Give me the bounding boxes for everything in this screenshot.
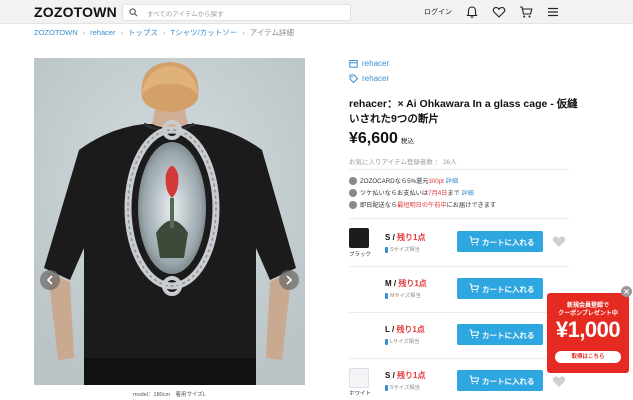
favorite-heart-icon[interactable]	[552, 375, 566, 388]
favorite-heart-icon[interactable]	[552, 235, 566, 248]
variant-size: L / 残り1点	[385, 325, 425, 334]
model-photo	[34, 58, 305, 385]
variant-size: S / 残り1点	[385, 233, 426, 242]
perk-detail-link[interactable]: 詳細	[461, 190, 473, 197]
color-swatch-white[interactable]	[349, 368, 369, 388]
coupon-close-button[interactable]	[621, 286, 632, 297]
truck-icon	[349, 201, 357, 210]
figure-icon	[385, 384, 388, 391]
perk-tsuke: ツケ払いならお支払いは7月4日まで 詳細	[349, 188, 474, 198]
search-icon	[129, 8, 138, 17]
color-label: ホワイト	[348, 391, 371, 397]
product-image[interactable]	[34, 58, 305, 385]
cart-icon[interactable]	[519, 5, 533, 19]
breadcrumb-home[interactable]: ZOZOTOWN	[34, 28, 78, 37]
size-note: Sサイズ相当	[385, 245, 420, 253]
color-label: ブラック	[348, 252, 371, 258]
cart-icon	[469, 236, 479, 246]
search-placeholder: すべてのアイテムから探す	[147, 11, 224, 18]
size-note: Lサイズ相当	[385, 337, 419, 345]
figure-icon	[385, 292, 388, 299]
breadcrumb-current: アイテム詳細	[249, 28, 294, 37]
divider	[349, 312, 569, 313]
coupon-get-button[interactable]: 取得はこちら	[555, 351, 621, 363]
size-note: Sサイズ相当	[385, 383, 420, 391]
coupon-line2: クーポンプレゼント中	[558, 311, 618, 317]
model-caption: model：180cm 着用サイズL	[133, 392, 206, 398]
card-icon	[349, 177, 357, 186]
product-title: rehacer：× Ai Ohkawara In a glass cage - …	[349, 98, 578, 125]
payment-icon	[349, 189, 357, 198]
brand-name: rehacer	[362, 74, 390, 83]
perk-delivery: 即日配送なら最短明日の午前中にお届けできます	[349, 200, 496, 210]
variant-size: M / 残り1点	[385, 279, 427, 288]
cart-icon	[469, 329, 479, 339]
site-logo[interactable]: ZOZOTOWN	[34, 4, 117, 20]
add-to-cart-button[interactable]: カートに入れる	[457, 324, 543, 345]
figure-icon	[385, 338, 388, 345]
breadcrumb-tops[interactable]: トップス	[128, 28, 158, 37]
color-swatch-black[interactable]	[349, 228, 369, 248]
breadcrumb: ZOZOTOWN › rehacer › トップス › Tシャツ/カットソー › アイテム詳細	[34, 28, 294, 37]
favorite-count: お気に入りアイテム登録者数 ： 26人	[349, 159, 457, 166]
heart-icon[interactable]	[492, 5, 506, 19]
divider	[349, 358, 569, 359]
bell-icon[interactable]	[465, 5, 479, 19]
chevron-right-icon	[286, 275, 293, 285]
perk-detail-link[interactable]: 詳細	[446, 178, 458, 185]
size-note: Mサイズ相当	[385, 291, 421, 299]
site-header: ZOZOTOWN すべてのアイテムから探す ログイン	[0, 0, 633, 24]
login-link[interactable]: ログイン	[424, 7, 452, 17]
product-price: ¥6,600 税込	[349, 130, 414, 148]
shop-link[interactable]: rehacer	[349, 59, 390, 69]
tag-icon	[349, 74, 359, 84]
close-icon	[624, 289, 629, 294]
shop-icon	[349, 60, 358, 69]
figure-icon	[385, 246, 388, 253]
perk-zozocard: ZOZOCARDなら5%還元300pt 詳細	[349, 176, 458, 186]
variant-size: S / 残り1点	[385, 371, 426, 380]
next-image-button[interactable]	[279, 270, 299, 290]
chevron-left-icon	[46, 275, 53, 285]
coupon-banner[interactable]: 新規会員登録で クーポンプレゼント中 ¥1,000 取得はこちら	[547, 293, 629, 373]
brand-link[interactable]: rehacer	[349, 74, 390, 84]
menu-icon[interactable]	[546, 5, 560, 19]
cart-icon	[469, 283, 479, 293]
coupon-amount: ¥1,000	[555, 317, 621, 342]
search-input[interactable]: すべてのアイテムから探す	[122, 4, 351, 21]
tax-label: 税込	[400, 138, 414, 145]
add-to-cart-button[interactable]: カートに入れる	[457, 278, 543, 299]
divider	[349, 169, 569, 170]
shop-name: rehacer	[362, 59, 390, 68]
divider	[349, 218, 569, 219]
breadcrumb-tshirt[interactable]: Tシャツ/カットソー	[171, 28, 238, 37]
breadcrumb-brand[interactable]: rehacer	[90, 28, 115, 37]
add-to-cart-button[interactable]: カートに入れる	[457, 370, 543, 391]
price-value: ¥6,600	[349, 130, 398, 147]
cart-icon	[469, 375, 479, 385]
add-to-cart-button[interactable]: カートに入れる	[457, 231, 543, 252]
divider	[349, 266, 569, 267]
prev-image-button[interactable]	[40, 270, 60, 290]
